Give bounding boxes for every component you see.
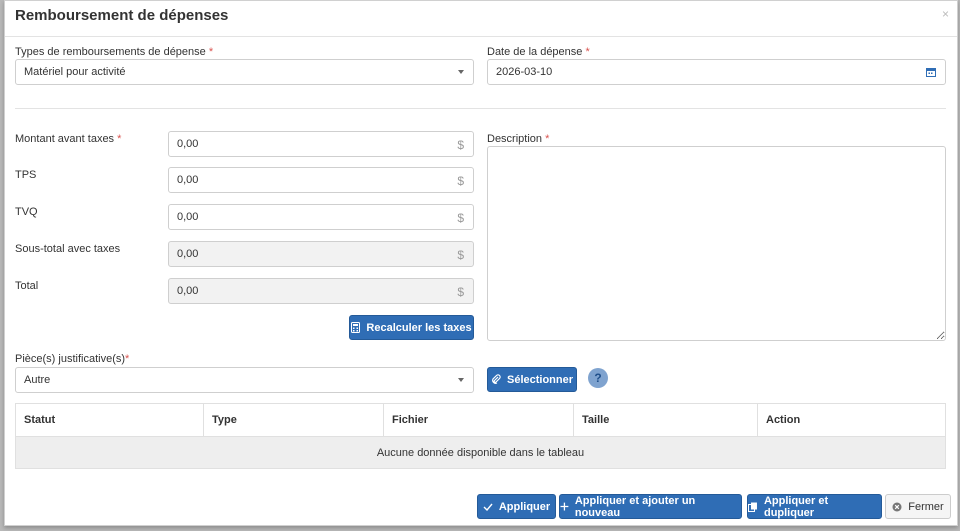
- recalculate-taxes-button[interactable]: Recalculer les taxes: [349, 315, 474, 340]
- apply-button[interactable]: Appliquer: [477, 494, 556, 519]
- recalculate-taxes-label: Recalculer les taxes: [366, 321, 472, 334]
- plus-icon: [560, 502, 569, 511]
- required-mark: *: [117, 133, 122, 145]
- section-divider: [15, 108, 946, 109]
- apply-and-new-label: Appliquer et ajouter un nouveau: [574, 494, 696, 519]
- pieces-select-value: Autre: [24, 374, 51, 386]
- chevron-down-icon: [458, 70, 464, 74]
- calculator-icon: [351, 322, 361, 333]
- tvq-value: 0,00: [177, 211, 199, 223]
- dollar-icon: $: [457, 248, 464, 262]
- date-label-text: Date de la dépense: [487, 46, 583, 58]
- date-field-value: 2026-03-10: [496, 66, 553, 78]
- description-label: Description *: [487, 133, 549, 145]
- apply-and-duplicate-label: Appliquer et dupliquer: [763, 494, 829, 519]
- calendar-icon[interactable]: [926, 67, 936, 80]
- column-header-statut[interactable]: Statut: [16, 404, 204, 436]
- date-field[interactable]: 2026-03-10: [487, 59, 946, 85]
- select-file-label: Sélectionner: [506, 373, 574, 386]
- expense-modal: Remboursement de dépenses × Types de rem…: [4, 0, 958, 526]
- tps-input[interactable]: 0,00 $: [168, 167, 474, 193]
- apply-and-duplicate-button[interactable]: Appliquer et dupliquer: [747, 494, 882, 519]
- type-label-text: Types de remboursements de dépense: [15, 46, 206, 58]
- montant-label-text: Montant avant taxes: [15, 133, 115, 145]
- dollar-icon: $: [457, 211, 464, 225]
- pieces-label: Pièce(s) justificative(s)*: [15, 353, 129, 365]
- paperclip-icon: [492, 374, 501, 384]
- table-header: Statut Type Fichier Taille Action: [16, 404, 945, 437]
- check-icon: [483, 503, 493, 511]
- close-icon[interactable]: ×: [942, 7, 949, 21]
- date-label: Date de la dépense *: [487, 46, 590, 58]
- column-header-action[interactable]: Action: [758, 404, 945, 436]
- type-select[interactable]: Matériel pour activité: [15, 59, 474, 85]
- apply-label: Appliquer: [498, 500, 551, 513]
- soustotal-field: 0,00 $: [168, 241, 474, 267]
- copy-icon: [748, 502, 757, 512]
- attachments-table: Statut Type Fichier Taille Action Aucune…: [15, 403, 946, 469]
- dollar-icon: $: [457, 285, 464, 299]
- close-label: Fermer: [908, 500, 944, 513]
- type-label: Types de remboursements de dépense *: [15, 46, 213, 58]
- required-mark: *: [125, 353, 130, 365]
- table-empty-message: Aucune donnée disponible dans le tableau: [16, 437, 945, 468]
- tps-label: TPS: [15, 169, 37, 181]
- tps-value: 0,00: [177, 174, 199, 186]
- modal-header: Remboursement de dépenses ×: [5, 1, 957, 37]
- total-label: Total: [15, 280, 39, 292]
- dollar-icon: $: [457, 174, 464, 188]
- soustotal-label: Sous-total avec taxes: [15, 243, 121, 255]
- montant-value: 0,00: [177, 138, 199, 150]
- select-file-button[interactable]: Sélectionner: [487, 367, 577, 392]
- column-header-fichier[interactable]: Fichier: [384, 404, 574, 436]
- required-mark: *: [208, 46, 214, 58]
- column-header-type[interactable]: Type: [204, 404, 384, 436]
- tvq-input[interactable]: 0,00 $: [168, 204, 474, 230]
- close-circle-icon: [892, 502, 902, 511]
- pieces-label-text: Pièce(s) justificative(s): [15, 353, 126, 365]
- dollar-icon: $: [457, 138, 464, 152]
- help-icon[interactable]: ?: [588, 368, 608, 388]
- pieces-select[interactable]: Autre: [15, 367, 474, 393]
- required-mark: *: [545, 133, 550, 145]
- tvq-label: TVQ: [15, 206, 38, 218]
- apply-and-new-button[interactable]: Appliquer et ajouter un nouveau: [559, 494, 742, 519]
- close-button[interactable]: Fermer: [885, 494, 951, 519]
- description-textarea[interactable]: [487, 146, 946, 341]
- montant-label: Montant avant taxes *: [15, 133, 121, 145]
- description-label-text: Description: [487, 133, 543, 145]
- soustotal-value: 0,00: [177, 248, 199, 260]
- type-select-value: Matériel pour activité: [24, 66, 126, 78]
- total-field: 0,00 $: [168, 278, 474, 304]
- total-value: 0,00: [177, 285, 199, 297]
- column-header-taille[interactable]: Taille: [574, 404, 758, 436]
- chevron-down-icon: [458, 378, 464, 382]
- required-mark: *: [585, 46, 590, 58]
- montant-input[interactable]: 0,00 $: [168, 131, 474, 157]
- modal-title: Remboursement de dépenses: [15, 7, 229, 24]
